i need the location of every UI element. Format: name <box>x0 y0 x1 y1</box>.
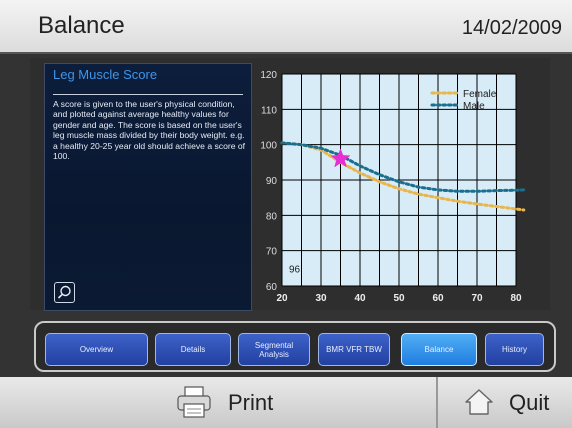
value-label: 96 <box>289 264 301 275</box>
y-tick-label: 110 <box>261 105 277 116</box>
info-divider <box>53 94 243 95</box>
y-tick-label: 70 <box>266 247 278 258</box>
x-tick-label: 70 <box>471 293 483 304</box>
header-bar: Balance 14/02/2009 <box>0 0 572 54</box>
y-tick-label: 60 <box>266 282 278 293</box>
x-tick-label: 80 <box>510 293 522 304</box>
print-label: Print <box>228 390 274 415</box>
legend-label-male: Male <box>463 101 485 112</box>
y-tick-label: 80 <box>266 211 278 222</box>
quit-label: Quit <box>509 390 550 415</box>
info-description: A score is given to the user's physical … <box>53 99 246 162</box>
legend-label-female: Female <box>463 89 497 100</box>
x-tick-label: 30 <box>315 293 327 304</box>
printer-icon <box>177 386 211 418</box>
y-tick-label: 100 <box>260 141 277 152</box>
tab-bmr-vfr-tbw[interactable]: BMR VFR TBW <box>318 333 390 366</box>
info-panel: Leg Muscle Score A score is given to the… <box>44 63 252 311</box>
info-title: Leg Muscle Score <box>53 67 158 82</box>
y-tick-label: 120 <box>260 70 277 81</box>
x-tick-label: 40 <box>354 293 366 304</box>
screen: Balance 14/02/2009 Leg Muscle Score A sc… <box>0 0 572 428</box>
zoom-button[interactable] <box>54 282 75 303</box>
tab-balance[interactable]: Balance <box>401 333 477 366</box>
quit-button[interactable]: Quit <box>438 377 572 428</box>
date-label: 14/02/2009 <box>461 17 562 39</box>
page-title: Balance <box>38 12 125 39</box>
tab-history[interactable]: History <box>485 333 544 366</box>
print-button[interactable]: Print <box>0 377 436 428</box>
leg-muscle-chart: 12011010090807060203040506070809096 Fema… <box>260 70 526 304</box>
x-tick-label: 20 <box>276 293 288 304</box>
x-tick-label: 60 <box>432 293 444 304</box>
tab-details[interactable]: Details <box>155 333 231 366</box>
zoom-icon <box>57 285 71 299</box>
bottom-bar: Print Quit <box>0 377 572 428</box>
x-tick-label: 50 <box>393 293 405 304</box>
home-icon <box>465 389 493 415</box>
tab-overview[interactable]: Overview <box>45 333 148 366</box>
y-tick-label: 90 <box>266 176 278 187</box>
tab-segmental-analysis[interactable]: Segmental Analysis <box>238 333 310 366</box>
